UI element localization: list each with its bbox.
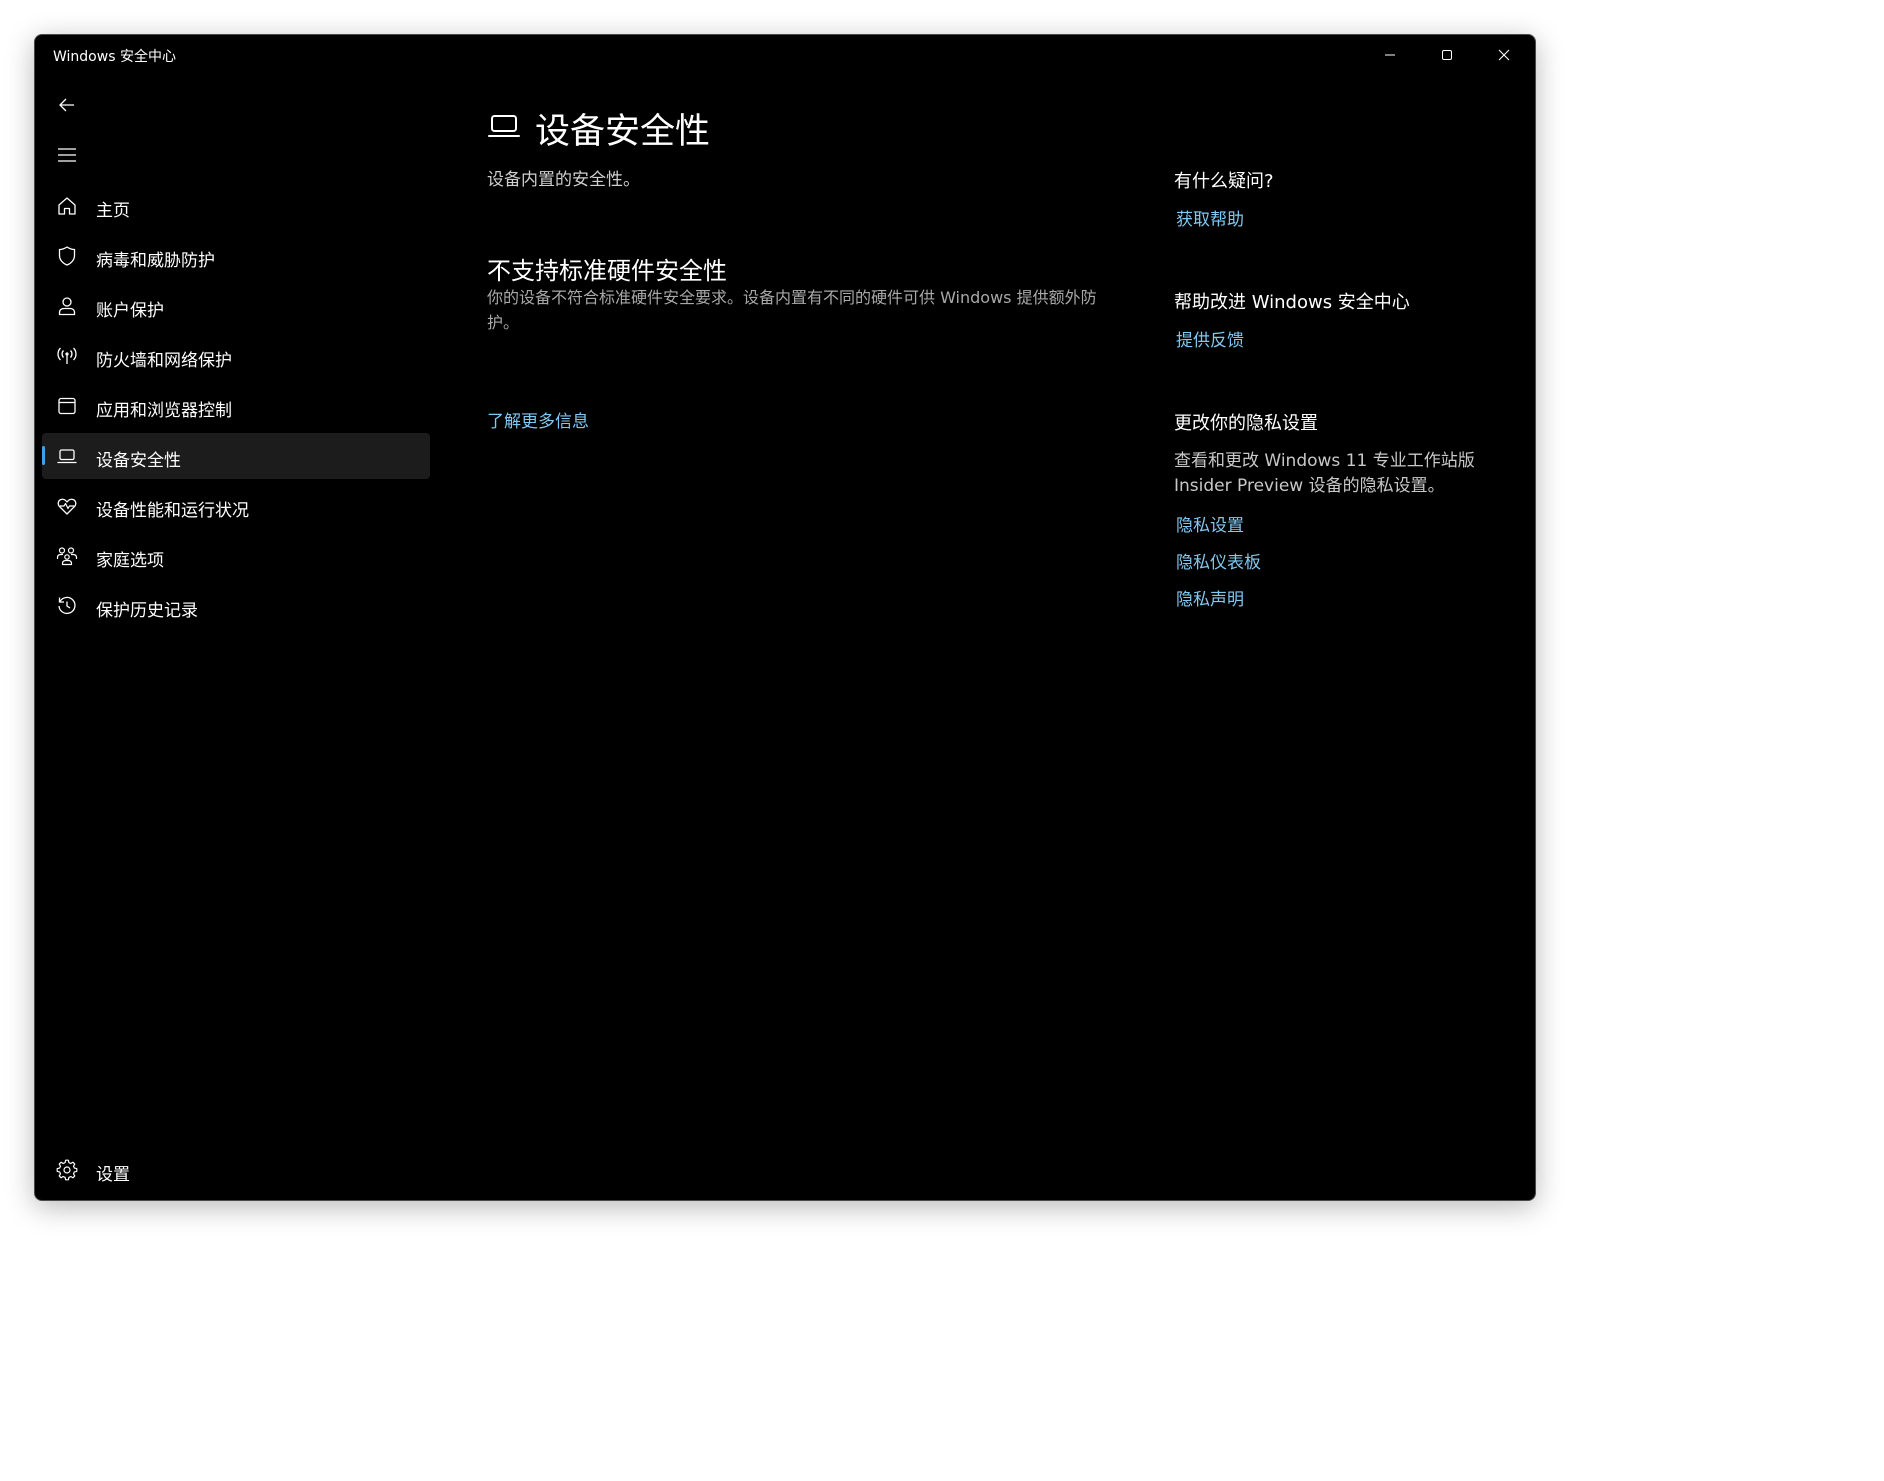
privacy-section: 更改你的隐私设置 查看和更改 Windows 11 专业工作站版 Insider… xyxy=(1174,409,1494,610)
maximize-icon xyxy=(1442,50,1452,60)
sidebar-item-family-options[interactable]: 家庭选项 xyxy=(42,533,430,579)
privacy-description: 查看和更改 Windows 11 专业工作站版 Insider Preview … xyxy=(1174,451,1475,496)
settings-label: 设置 xyxy=(96,1165,130,1185)
heart-pulse-icon xyxy=(56,495,78,517)
sidebar-item-label: 防火墙和网络保护 xyxy=(96,351,232,371)
privacy-dashboard-link[interactable]: 隐私仪表板 xyxy=(1176,548,1494,573)
sidebar-item-app-browser-control[interactable]: 应用和浏览器控制 xyxy=(42,383,430,429)
laptop-icon xyxy=(56,445,78,467)
sidebar-nav: 主页 病毒和威胁防护 账户保护 防火墙和网络保护 应用和浏览器控制 设备安全性 … xyxy=(42,183,430,633)
section-description: 你的设备不符合标准硬件安全要求。设备内置有不同的硬件可供 Windows 提供额… xyxy=(487,288,1097,332)
privacy-statement-link[interactable]: 隐私声明 xyxy=(1176,585,1494,610)
home-icon xyxy=(56,195,78,217)
sidebar-item-settings[interactable]: 设置 xyxy=(42,1147,430,1193)
back-arrow-icon xyxy=(59,98,74,112)
privacy-settings-link[interactable]: 隐私设置 xyxy=(1176,511,1494,536)
sidebar-item-label: 设备性能和运行状况 xyxy=(96,501,249,521)
sidebar-item-label: 账户保护 xyxy=(96,301,164,321)
gear-icon xyxy=(56,1159,78,1181)
feedback-link[interactable]: 提供反馈 xyxy=(1176,326,1494,351)
back-button[interactable] xyxy=(49,87,85,123)
sidebar-item-device-security[interactable]: 设备安全性 xyxy=(42,433,430,479)
selection-indicator xyxy=(42,446,45,465)
get-help-link[interactable]: 获取帮助 xyxy=(1176,205,1494,230)
page-header: 设备安全性 xyxy=(487,103,1127,152)
sidebar-item-label: 保护历史记录 xyxy=(96,601,198,621)
antenna-icon xyxy=(56,345,78,367)
maximize-button[interactable] xyxy=(1424,35,1470,75)
learn-more-link[interactable]: 了解更多信息 xyxy=(487,407,589,432)
privacy-title: 更改你的隐私设置 xyxy=(1174,413,1318,434)
sidebar-item-device-performance[interactable]: 设备性能和运行状况 xyxy=(42,483,430,529)
app-window: Windows 安全中心 主页 病毒和威胁防护 账户保护 防火墙和网络保护 应用… xyxy=(34,34,1536,1201)
improve-section: 帮助改进 Windows 安全中心 提供反馈 xyxy=(1174,288,1494,351)
page-title: 设备安全性 xyxy=(535,112,711,152)
window-title: Windows 安全中心 xyxy=(53,49,176,65)
section-title: 不支持标准硬件安全性 xyxy=(487,257,727,285)
menu-button[interactable] xyxy=(49,137,85,173)
shield-icon xyxy=(56,245,78,267)
page-subtitle: 设备内置的安全性。 xyxy=(487,170,640,190)
sidebar-item-label: 主页 xyxy=(96,201,130,221)
sidebar-item-account-protection[interactable]: 账户保护 xyxy=(42,283,430,329)
sidebar-item-home[interactable]: 主页 xyxy=(42,183,430,229)
sidebar-item-label: 家庭选项 xyxy=(96,551,164,571)
hamburger-icon xyxy=(58,148,76,162)
sidebar-item-protection-history[interactable]: 保护历史记录 xyxy=(42,583,430,629)
history-icon xyxy=(56,595,78,617)
improve-title: 帮助改进 Windows 安全中心 xyxy=(1174,292,1410,313)
main-content: 设备安全性 设备内置的安全性。 不支持标准硬件安全性 你的设备不符合标准硬件安全… xyxy=(487,103,1127,432)
help-title: 有什么疑问? xyxy=(1174,171,1274,192)
sidebar-item-virus-protection[interactable]: 病毒和威胁防护 xyxy=(42,233,430,279)
minimize-icon xyxy=(1385,54,1395,56)
app-window-icon xyxy=(56,395,78,417)
close-icon xyxy=(1498,49,1510,61)
minimize-button[interactable] xyxy=(1367,35,1413,75)
sidebar-item-label: 设备安全性 xyxy=(96,451,181,471)
sidebar-item-firewall[interactable]: 防火墙和网络保护 xyxy=(42,333,430,379)
help-section: 有什么疑问? 获取帮助 xyxy=(1174,167,1494,230)
family-icon xyxy=(56,545,78,567)
close-button[interactable] xyxy=(1481,35,1527,75)
sidebar-item-label: 病毒和威胁防护 xyxy=(96,251,215,271)
person-icon xyxy=(56,295,78,317)
sidebar-item-label: 应用和浏览器控制 xyxy=(96,401,232,421)
laptop-icon xyxy=(487,111,521,141)
title-bar: Windows 安全中心 xyxy=(35,35,1535,77)
